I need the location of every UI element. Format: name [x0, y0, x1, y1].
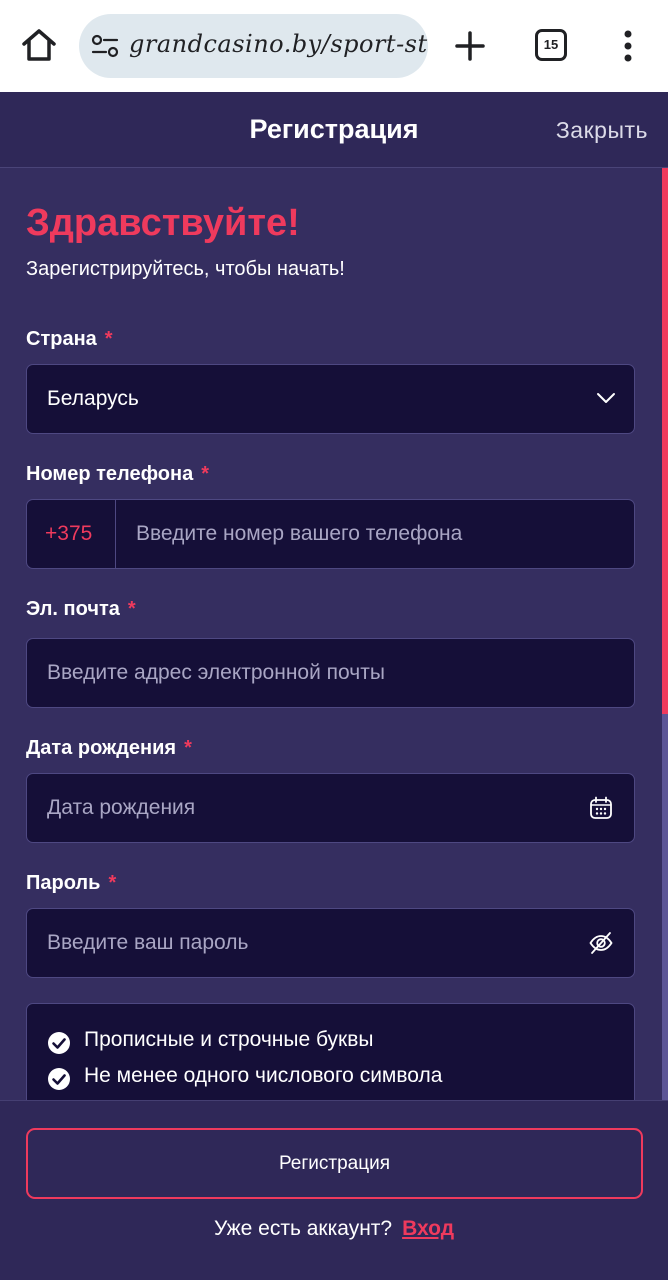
close-button[interactable]: Закрыть — [556, 117, 648, 144]
check-circle-icon — [48, 1032, 70, 1054]
country-label: Страна * — [26, 328, 113, 351]
birthdate-label: Дата рождения * — [26, 737, 192, 760]
email-field[interactable]: Введите адрес электронной почты — [26, 638, 635, 708]
register-button[interactable]: Регистрация — [26, 1128, 643, 1199]
birthdate-input-placeholder[interactable]: Дата рождения — [47, 796, 195, 820]
email-label-text: Эл. почта — [26, 598, 120, 620]
check-circle-icon — [48, 1068, 70, 1090]
phone-field[interactable]: +375 Введите номер вашего телефона — [26, 499, 635, 569]
password-rule-text: Прописные и строчные буквы — [84, 1028, 374, 1051]
new-tab-icon[interactable] — [452, 28, 488, 64]
email-label: Эл. почта * — [26, 598, 136, 621]
scrollbar[interactable] — [662, 168, 668, 1100]
password-label: Пароль * — [26, 872, 116, 895]
calendar-icon[interactable] — [588, 795, 614, 821]
menu-icon[interactable] — [618, 28, 638, 64]
greeting-subtitle: Зарегистрируйтесь, чтобы начать! — [26, 258, 345, 280]
url-text[interactable]: grandcasino.by/sport-st — [129, 30, 428, 58]
tab-count: 15 — [543, 37, 559, 52]
birthdate-field[interactable]: Дата рождения — [26, 773, 635, 843]
modal-header: Регистрация Закрыть — [0, 92, 668, 168]
have-account-text: Уже есть аккаунт? — [213, 1217, 393, 1240]
phone-label: Номер телефона * — [26, 463, 209, 486]
email-input-placeholder[interactable]: Введите адрес электронной почты — [47, 661, 385, 685]
browser-toolbar: grandcasino.by/sport-st 15 — [0, 0, 668, 92]
phone-prefix[interactable]: +375 — [27, 500, 116, 568]
home-icon[interactable] — [20, 26, 58, 64]
country-select[interactable]: Беларусь — [26, 364, 635, 434]
login-prompt: Уже есть аккаунт? Вход — [0, 1217, 668, 1241]
address-bar[interactable]: grandcasino.by/sport-st — [79, 14, 428, 78]
scrollbar-thumb[interactable] — [662, 168, 668, 714]
password-label-text: Пароль — [26, 872, 101, 894]
country-value: Беларусь — [47, 387, 139, 410]
phone-label-text: Номер телефона — [26, 463, 194, 485]
phone-input-placeholder[interactable]: Введите номер вашего телефона — [136, 522, 462, 546]
country-label-text: Страна — [26, 328, 97, 350]
registration-form: Здравствуйте! Зарегистрируйтесь, чтобы н… — [0, 168, 668, 1100]
password-requirements: Прописные и строчные буквы Не менее одно… — [26, 1003, 635, 1100]
birthdate-label-text: Дата рождения — [26, 737, 177, 759]
required-mark: * — [108, 872, 117, 894]
required-mark: * — [104, 328, 113, 350]
chevron-down-icon — [597, 393, 615, 403]
tab-switcher-icon[interactable]: 15 — [535, 29, 567, 61]
login-link[interactable]: Вход — [402, 1217, 454, 1240]
site-settings-icon[interactable] — [91, 34, 119, 58]
form-footer: Регистрация Уже есть аккаунт? Вход — [0, 1100, 668, 1280]
phone-prefix-value: +375 — [45, 522, 93, 545]
password-field[interactable]: Введите ваш пароль — [26, 908, 635, 978]
required-mark: * — [201, 463, 210, 485]
password-input-placeholder[interactable]: Введите ваш пароль — [47, 931, 248, 955]
eye-off-icon[interactable] — [588, 930, 614, 956]
greeting-heading: Здравствуйте! — [26, 202, 300, 244]
password-rule-text: Не менее одного числового символа — [84, 1064, 443, 1087]
required-mark: * — [127, 598, 136, 620]
required-mark: * — [184, 737, 192, 759]
